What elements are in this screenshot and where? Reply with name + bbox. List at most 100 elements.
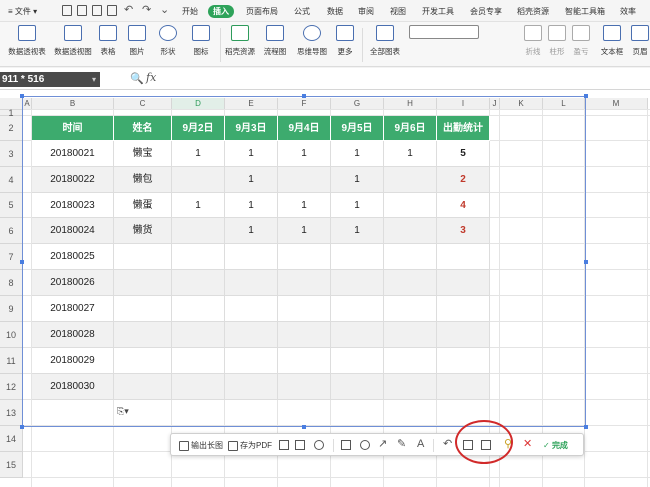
arrow-icon[interactable]: ↗ bbox=[378, 437, 387, 452]
table-cell[interactable] bbox=[278, 322, 331, 348]
table-cell[interactable]: 1 bbox=[331, 167, 384, 193]
table-cell[interactable]: 1 bbox=[278, 218, 331, 244]
table-header-cell[interactable]: 9月2日 bbox=[172, 116, 225, 141]
table-cell[interactable] bbox=[172, 218, 225, 244]
shapes-button[interactable]: 形状 bbox=[153, 25, 183, 57]
file-menu[interactable]: ≡ 文件 ▾ bbox=[8, 5, 37, 18]
table-header-cell[interactable]: 9月4日 bbox=[278, 116, 331, 141]
table-cell[interactable] bbox=[384, 348, 437, 374]
table-cell[interactable]: 20180022 bbox=[32, 167, 114, 193]
ellipse-icon[interactable] bbox=[360, 440, 370, 450]
row-header-7[interactable]: 7 bbox=[0, 244, 23, 270]
table-cell[interactable] bbox=[225, 244, 278, 270]
resize-handle[interactable] bbox=[302, 94, 306, 98]
table-header-cell[interactable]: 时间 bbox=[32, 116, 114, 141]
table-cell[interactable]: 1 bbox=[225, 193, 278, 218]
table-cell[interactable]: 20180027 bbox=[32, 296, 114, 322]
table-cell[interactable] bbox=[437, 296, 490, 322]
pivot-chart-button[interactable]: 数据透视图 bbox=[52, 25, 94, 57]
table-cell[interactable] bbox=[437, 348, 490, 374]
column-sparkline-button[interactable]: 柱形 bbox=[546, 25, 568, 57]
table-cell[interactable] bbox=[384, 244, 437, 270]
table-cell[interactable] bbox=[278, 374, 331, 400]
row-header-14[interactable]: 14 bbox=[0, 426, 23, 452]
table-cell[interactable]: 20180026 bbox=[32, 270, 114, 296]
print-preview-icon[interactable] bbox=[107, 5, 117, 16]
resize-handle[interactable] bbox=[20, 425, 24, 429]
picture-button[interactable]: 图片 bbox=[124, 25, 150, 57]
table-cell[interactable] bbox=[384, 218, 437, 244]
docer-resources-button[interactable]: 稻壳资源 bbox=[222, 25, 258, 57]
table-cell[interactable]: 20180023 bbox=[32, 193, 114, 218]
tab-developer[interactable]: 开发工具 bbox=[422, 5, 454, 18]
table-cell[interactable] bbox=[278, 270, 331, 296]
tab-docer[interactable]: 稻壳资源 bbox=[517, 5, 549, 18]
table-cell[interactable] bbox=[172, 244, 225, 270]
copy-icon[interactable] bbox=[463, 440, 473, 450]
print-icon[interactable] bbox=[92, 5, 102, 16]
table-cell[interactable]: 1 bbox=[278, 141, 331, 167]
chevron-down-icon[interactable]: ⌄ bbox=[160, 5, 170, 16]
table-cell[interactable] bbox=[384, 296, 437, 322]
table-cell[interactable] bbox=[331, 322, 384, 348]
tab-home[interactable]: 开始 bbox=[182, 5, 198, 18]
tab-formulas[interactable]: 公式 bbox=[294, 5, 310, 18]
table-cell[interactable]: 20180030 bbox=[32, 374, 114, 400]
table-cell[interactable]: 2 bbox=[437, 167, 490, 193]
row-header-8[interactable]: 8 bbox=[0, 270, 23, 296]
row-header-12[interactable]: 12 bbox=[0, 374, 23, 400]
tab-view[interactable]: 视图 bbox=[390, 5, 406, 18]
tab-review[interactable]: 审阅 bbox=[358, 5, 374, 18]
table-cell[interactable] bbox=[172, 167, 225, 193]
save-as-pdf-button[interactable]: 存为PDF bbox=[228, 439, 272, 452]
spreadsheet-grid[interactable]: ABCDEFGHIJKLM 1 2 3 4 5 6 7 8 9 10 11 12 13 14 15 时间 姓名… bbox=[0, 90, 650, 487]
table-cell[interactable] bbox=[278, 296, 331, 322]
table-cell[interactable] bbox=[384, 322, 437, 348]
done-button[interactable]: ✓ 完成 bbox=[543, 439, 568, 452]
line-sparkline-button[interactable]: 折线 bbox=[522, 25, 544, 57]
table-cell[interactable] bbox=[172, 374, 225, 400]
table-cell[interactable]: 1 bbox=[384, 141, 437, 167]
resize-handle[interactable] bbox=[20, 94, 24, 98]
table-cell[interactable] bbox=[384, 193, 437, 218]
table-cell[interactable]: 1 bbox=[225, 141, 278, 167]
row-header-6[interactable]: 6 bbox=[0, 218, 23, 244]
table-cell[interactable] bbox=[114, 322, 172, 348]
table-cell[interactable]: 3 bbox=[437, 218, 490, 244]
table-cell[interactable] bbox=[225, 322, 278, 348]
table-cell[interactable] bbox=[278, 167, 331, 193]
pencil-icon[interactable]: ✎ bbox=[397, 437, 406, 452]
text-box-button[interactable]: 文本框 bbox=[597, 25, 627, 57]
icons-button[interactable]: 图标 bbox=[186, 25, 216, 57]
undo-icon[interactable]: ↶ bbox=[124, 5, 134, 16]
table-cell[interactable]: 1 bbox=[172, 193, 225, 218]
table-cell[interactable] bbox=[278, 244, 331, 270]
undo-icon[interactable]: ↶ bbox=[443, 437, 452, 452]
resize-handle[interactable] bbox=[20, 259, 24, 264]
zoom-icon[interactable]: 🔍 bbox=[130, 72, 144, 85]
win-loss-sparkline-button[interactable]: 盈亏 bbox=[570, 25, 592, 57]
all-charts-button[interactable]: 全部图表 bbox=[365, 25, 405, 57]
table-cell[interactable] bbox=[225, 374, 278, 400]
table-cell[interactable] bbox=[225, 270, 278, 296]
row-header-13[interactable]: 13 bbox=[0, 400, 23, 426]
table-cell[interactable]: 5 bbox=[437, 141, 490, 167]
close-icon[interactable]: ✕ bbox=[523, 437, 532, 452]
table-cell[interactable] bbox=[437, 374, 490, 400]
table-cell[interactable] bbox=[172, 322, 225, 348]
table-cell[interactable]: 1 bbox=[331, 193, 384, 218]
rectangle-icon[interactable] bbox=[341, 440, 351, 450]
row-header-2[interactable]: 2 bbox=[0, 116, 23, 141]
more-options-icon[interactable] bbox=[314, 440, 324, 450]
header-button[interactable]: 页眉 bbox=[630, 25, 650, 57]
tab-page-layout[interactable]: 页面布局 bbox=[246, 5, 278, 18]
table-cell[interactable] bbox=[331, 348, 384, 374]
resize-handle[interactable] bbox=[584, 425, 588, 429]
table-cell[interactable]: 20180028 bbox=[32, 322, 114, 348]
table-cell[interactable] bbox=[114, 296, 172, 322]
table-header-cell[interactable]: 9月5日 bbox=[331, 116, 384, 141]
resize-handle[interactable] bbox=[302, 425, 306, 429]
table-cell[interactable] bbox=[437, 244, 490, 270]
row-header-3[interactable]: 3 bbox=[0, 141, 23, 167]
tab-efficiency[interactable]: 效率 bbox=[620, 5, 636, 18]
